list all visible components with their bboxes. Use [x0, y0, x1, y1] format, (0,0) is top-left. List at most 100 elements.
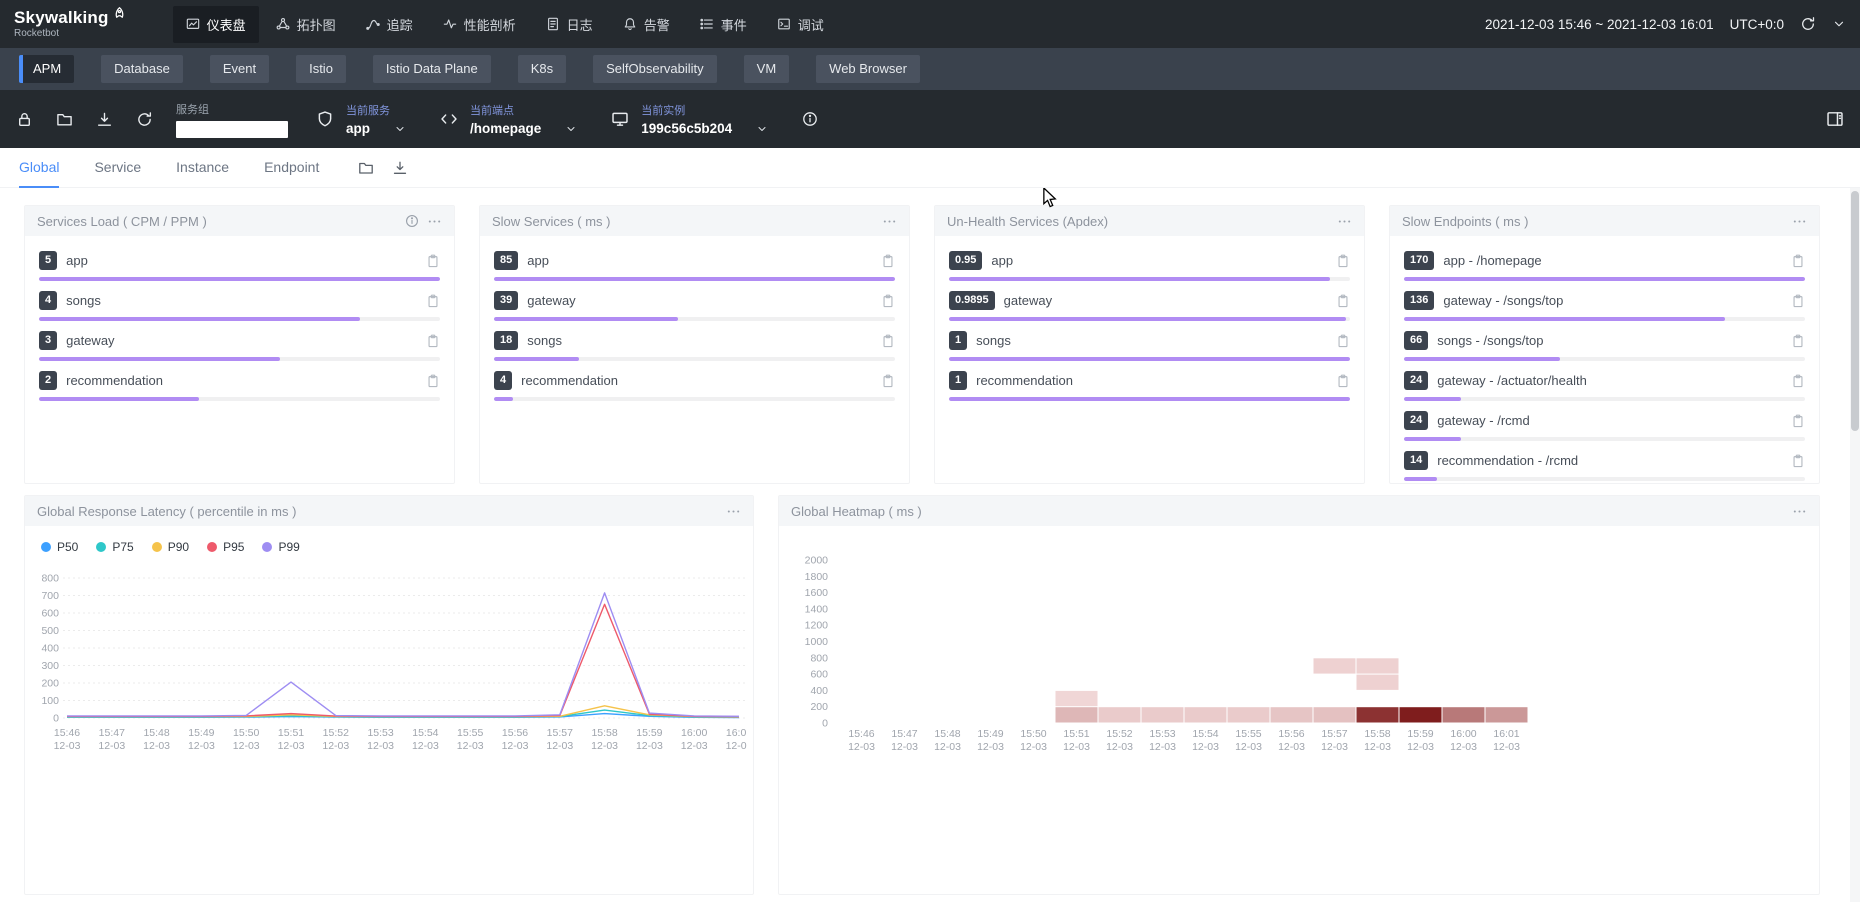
- scrollbar-thumb[interactable]: [1851, 191, 1859, 431]
- tab-global[interactable]: Global: [19, 148, 59, 188]
- clipboard-icon[interactable]: [881, 294, 895, 308]
- rank-item-name[interactable]: gateway: [1004, 293, 1327, 308]
- panel-toggle-icon[interactable]: [1826, 110, 1844, 128]
- module-tab-selfobservability[interactable]: SelfObservability: [593, 55, 717, 83]
- clipboard-icon[interactable]: [881, 254, 895, 268]
- module-tab-database[interactable]: Database: [101, 55, 183, 83]
- nav-item-topology[interactable]: 拓扑图: [263, 6, 349, 43]
- chevron-down-icon[interactable]: [1832, 17, 1846, 31]
- rank-item-name[interactable]: gateway: [527, 293, 872, 308]
- nav-item-trace[interactable]: 追踪: [353, 6, 426, 43]
- rank-item-name[interactable]: songs: [527, 333, 872, 348]
- refresh-icon[interactable]: [136, 111, 153, 128]
- svg-text:16:01: 16:01: [726, 727, 747, 739]
- rank-item-name[interactable]: recommendation - /rcmd: [1437, 453, 1782, 468]
- clipboard-icon[interactable]: [881, 374, 895, 388]
- more-icon[interactable]: [427, 214, 442, 229]
- selector-value[interactable]: app: [346, 121, 370, 136]
- clipboard-icon[interactable]: [426, 254, 440, 268]
- rank-item-name[interactable]: app: [991, 253, 1327, 268]
- rank-item-name[interactable]: app: [66, 253, 417, 268]
- module-tab-apm[interactable]: APM: [19, 55, 74, 83]
- clipboard-icon[interactable]: [1791, 334, 1805, 348]
- line-chart[interactable]: 010020030040050060070080015:4612-0315:47…: [31, 566, 747, 766]
- folder-icon[interactable]: [358, 160, 374, 176]
- heatmap-chart[interactable]: 020040060080010001200140016001800200015:…: [785, 548, 1813, 756]
- module-tab-istio-data-plane[interactable]: Istio Data Plane: [373, 55, 491, 83]
- rank-item-name[interactable]: gateway: [66, 333, 417, 348]
- module-tab-k8s[interactable]: K8s: [518, 55, 566, 83]
- tab-endpoint[interactable]: Endpoint: [264, 148, 319, 188]
- legend-item-p95[interactable]: P95: [207, 540, 244, 554]
- rank-item: 5app: [39, 248, 440, 281]
- selector-value[interactable]: /homepage: [470, 121, 541, 136]
- chevron-down-icon[interactable]: [565, 123, 577, 135]
- rank-item-name[interactable]: gateway - /actuator/health: [1437, 373, 1782, 388]
- module-tab-event[interactable]: Event: [210, 55, 269, 83]
- legend-item-p90[interactable]: P90: [152, 540, 189, 554]
- nav-item-dashboard[interactable]: 仪表盘: [173, 6, 259, 43]
- selector-field[interactable]: 当前实例199c56c5b204: [641, 102, 768, 136]
- clipboard-icon[interactable]: [1791, 454, 1805, 468]
- clipboard-icon[interactable]: [881, 334, 895, 348]
- tab-service[interactable]: Service: [94, 148, 141, 188]
- module-tab-istio[interactable]: Istio: [296, 55, 346, 83]
- tab-instance[interactable]: Instance: [176, 148, 229, 188]
- nav-item-debug[interactable]: 调试: [764, 6, 837, 43]
- legend-item-p50[interactable]: P50: [41, 540, 78, 554]
- clipboard-icon[interactable]: [1336, 294, 1350, 308]
- more-icon[interactable]: [726, 504, 741, 519]
- auto-refresh-icon[interactable]: [1800, 16, 1816, 32]
- logo[interactable]: Skywalking Rocketbot: [14, 9, 127, 39]
- clipboard-icon[interactable]: [1791, 374, 1805, 388]
- info-icon[interactable]: [802, 111, 818, 127]
- rank-item-name[interactable]: gateway - /rcmd: [1437, 413, 1782, 428]
- more-icon[interactable]: [1792, 214, 1807, 229]
- rank-item-name[interactable]: gateway - /songs/top: [1443, 293, 1782, 308]
- nav-item-profile[interactable]: 性能剖析: [430, 6, 529, 43]
- more-icon[interactable]: [882, 214, 897, 229]
- timezone-selector[interactable]: UTC+0:0: [1730, 17, 1784, 32]
- rank-item-name[interactable]: songs: [66, 293, 417, 308]
- time-range-picker[interactable]: 2021-12-03 15:46 ~ 2021-12-03 16:01: [1485, 17, 1714, 32]
- clipboard-icon[interactable]: [1336, 334, 1350, 348]
- legend-item-p99[interactable]: P99: [262, 540, 299, 554]
- download-icon[interactable]: [392, 160, 408, 176]
- folder-icon[interactable]: [56, 111, 73, 128]
- clipboard-icon[interactable]: [1791, 254, 1805, 268]
- clipboard-icon[interactable]: [1336, 254, 1350, 268]
- nav-item-log[interactable]: 日志: [533, 6, 606, 43]
- rank-item-name[interactable]: app - /homepage: [1443, 253, 1782, 268]
- clipboard-icon[interactable]: [426, 334, 440, 348]
- rank-item-name[interactable]: songs: [976, 333, 1327, 348]
- clipboard-icon[interactable]: [426, 294, 440, 308]
- rank-item-name[interactable]: recommendation: [976, 373, 1327, 388]
- more-icon[interactable]: [1792, 504, 1807, 519]
- chevron-down-icon[interactable]: [394, 123, 406, 135]
- lock-icon[interactable]: [16, 111, 33, 128]
- value-badge: 24: [1404, 411, 1428, 429]
- rank-item-name[interactable]: songs - /songs/top: [1437, 333, 1782, 348]
- selector-field[interactable]: 当前端点/homepage: [470, 102, 577, 136]
- module-tab-vm[interactable]: VM: [744, 55, 790, 83]
- download-icon[interactable]: [96, 111, 113, 128]
- nav-item-alarm[interactable]: 告警: [610, 6, 683, 43]
- chevron-down-icon[interactable]: [756, 123, 768, 135]
- info-icon[interactable]: [405, 214, 419, 228]
- rank-item-name[interactable]: recommendation: [66, 373, 417, 388]
- selector-value[interactable]: 199c56c5b204: [641, 121, 732, 136]
- selector-field[interactable]: 当前服务app: [346, 102, 406, 136]
- more-icon[interactable]: [1337, 214, 1352, 229]
- nav-item-event[interactable]: 事件: [687, 6, 760, 43]
- toolbar-selectors: 当前服务app 当前端点/homepage 当前实例199c56c5b204: [316, 102, 802, 136]
- clipboard-icon[interactable]: [1791, 414, 1805, 428]
- rank-item-name[interactable]: recommendation: [521, 373, 872, 388]
- clipboard-icon[interactable]: [1791, 294, 1805, 308]
- clipboard-icon[interactable]: [1336, 374, 1350, 388]
- service-group-input[interactable]: [176, 121, 288, 138]
- scrollbar-track[interactable]: [1850, 188, 1860, 902]
- clipboard-icon[interactable]: [426, 374, 440, 388]
- legend-item-p75[interactable]: P75: [96, 540, 133, 554]
- module-tab-web-browser[interactable]: Web Browser: [816, 55, 920, 83]
- rank-item-name[interactable]: app: [527, 253, 872, 268]
